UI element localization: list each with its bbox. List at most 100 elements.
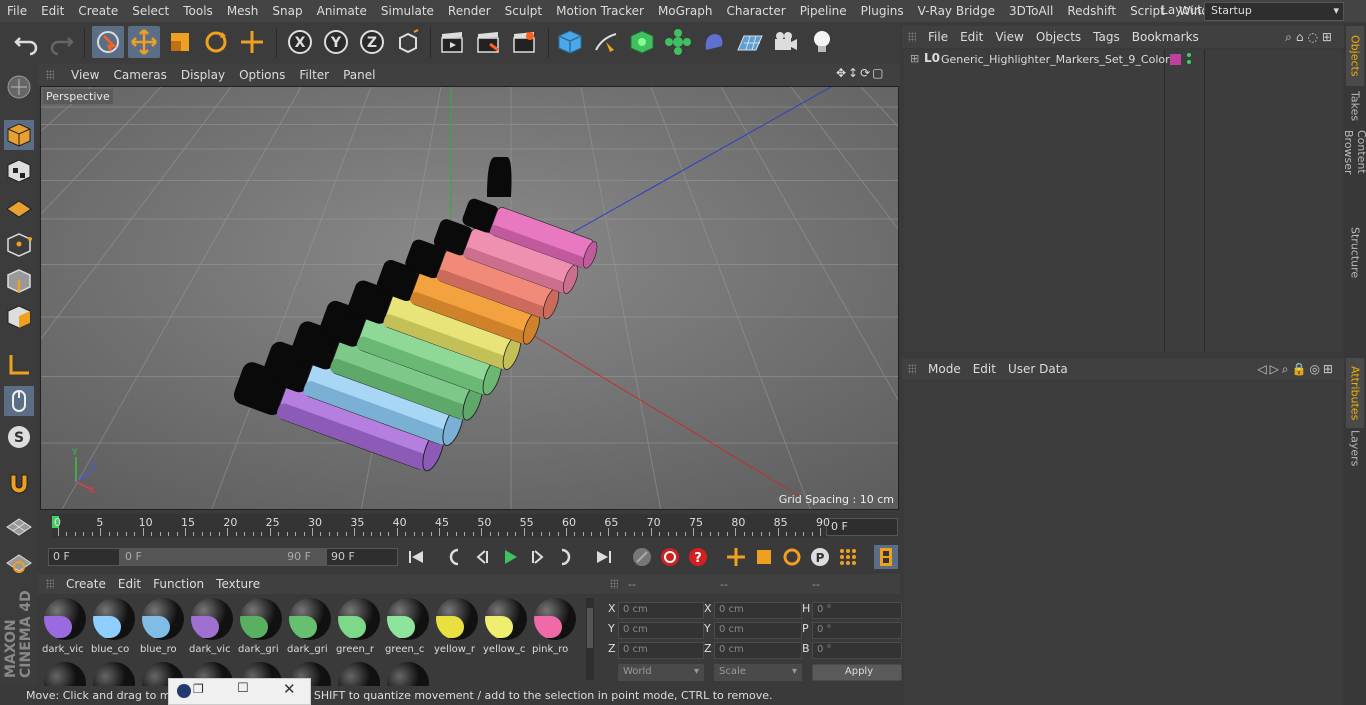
material-swatch[interactable]: green_r [336, 598, 382, 658]
workplane-button[interactable] [4, 192, 34, 222]
size-field[interactable]: 0 cm [714, 602, 802, 619]
end-frame-field[interactable]: 90 F [326, 548, 398, 566]
material-menu-function[interactable]: Function [147, 577, 210, 591]
position-field[interactable]: 0 cm [618, 622, 704, 639]
menu-sculpt[interactable]: Sculpt [498, 4, 549, 18]
render-picture-viewer-button[interactable] [472, 26, 504, 58]
material-swatch[interactable]: blue_co [91, 598, 137, 658]
size-field[interactable]: 0 cm [714, 622, 802, 639]
object-menu-view[interactable]: View [989, 30, 1029, 44]
side-tab-structure[interactable]: Structure [1346, 220, 1364, 286]
key-scale-button[interactable] [752, 545, 776, 569]
position-field[interactable]: 0 cm [618, 602, 704, 619]
menu-redshift[interactable]: Redshift [1060, 4, 1123, 18]
side-tab-layers[interactable]: Layers [1346, 424, 1364, 472]
material-swatch[interactable]: dark_gri [287, 598, 333, 658]
material-swatch[interactable]: dark_vic [189, 598, 235, 658]
timeline-ruler[interactable]: 0 F 0 5 10 15 20 25 30 35 40 45 50 55 60 65 70 75 80 85 90 [38, 512, 900, 542]
record-objects-button[interactable] [630, 545, 654, 569]
object-manager-tools[interactable]: ⌕⌂◌⊞ [1285, 30, 1336, 45]
key-position-button[interactable] [724, 545, 748, 569]
deformer-button[interactable] [698, 26, 730, 58]
move-tool-button[interactable] [128, 26, 160, 58]
x-axis-button[interactable]: X [284, 26, 316, 58]
tweak-mode-button[interactable] [4, 386, 34, 416]
next-key-button[interactable] [554, 545, 578, 569]
solo-button[interactable]: S [4, 422, 34, 452]
attribute-menu-edit[interactable]: Edit [967, 362, 1002, 376]
scale-tool-button[interactable] [164, 26, 196, 58]
spline-pen-button[interactable] [590, 26, 622, 58]
object-menu-file[interactable]: File [922, 30, 954, 44]
workplane-snap-button[interactable] [4, 548, 34, 578]
rotation-field[interactable]: 0 ° [812, 602, 902, 619]
make-editable-button[interactable] [4, 72, 34, 102]
menu-create[interactable]: Create [71, 4, 125, 18]
menu-select[interactable]: Select [125, 4, 176, 18]
y-axis-button[interactable]: Y [320, 26, 352, 58]
edges-mode-button[interactable] [4, 266, 34, 296]
polygons-mode-button[interactable] [4, 302, 34, 332]
object-menu-edit[interactable]: Edit [954, 30, 989, 44]
layout-dropdown[interactable]: Startup ▾ [1204, 2, 1344, 21]
menu-plugins[interactable]: Plugins [854, 4, 911, 18]
texture-mode-button[interactable] [4, 156, 34, 186]
material-swatch-partial[interactable] [338, 662, 380, 686]
menu-tools[interactable]: Tools [176, 4, 220, 18]
menu-motion-tracker[interactable]: Motion Tracker [549, 4, 651, 18]
menu-simulate[interactable]: Simulate [374, 4, 441, 18]
material-swatch-partial[interactable] [93, 662, 135, 686]
menu-pipeline[interactable]: Pipeline [793, 4, 854, 18]
restore-icon[interactable]: ❐ [193, 682, 204, 696]
viewport-menu-filter[interactable]: Filter [292, 68, 336, 82]
viewport-scene[interactable]: Y Z X [41, 87, 899, 510]
rotation-field[interactable]: 0 ° [812, 642, 902, 659]
rotate-tool-button[interactable] [200, 26, 232, 58]
go-to-end-button[interactable] [592, 545, 616, 569]
material-swatch[interactable]: yellow_r [434, 598, 480, 658]
material-swatch[interactable]: pink_ro [532, 598, 578, 658]
next-frame-button[interactable] [526, 545, 550, 569]
material-swatch[interactable]: yellow_c [483, 598, 529, 658]
live-selection-button[interactable] [92, 26, 124, 58]
subdivision-button[interactable] [626, 26, 658, 58]
expand-icon[interactable]: ⊞ [910, 52, 919, 65]
attribute-menu-mode[interactable]: Mode [922, 362, 967, 376]
scale-mode-dropdown[interactable]: Scale ▾ [714, 664, 802, 681]
material-swatch[interactable]: blue_ro [140, 598, 186, 658]
loose-marker-cap[interactable] [487, 157, 512, 197]
preview-range-slider[interactable]: 0 F 90 F [120, 548, 326, 566]
material-swatch[interactable]: green_c [385, 598, 431, 658]
material-swatch-partial[interactable] [44, 662, 86, 686]
keyframe-selection-button[interactable]: ? [686, 545, 710, 569]
go-to-start-button[interactable] [404, 545, 428, 569]
autokeying-button[interactable] [658, 545, 682, 569]
attribute-menu-user-data[interactable]: User Data [1002, 362, 1074, 376]
material-swatch[interactable]: dark_gri [238, 598, 284, 658]
object-menu-objects[interactable]: Objects [1030, 30, 1087, 44]
material-scrollbar[interactable] [586, 598, 594, 680]
side-tab-takes[interactable]: Takes [1346, 82, 1364, 130]
cube-object-button[interactable] [554, 26, 586, 58]
side-tab-content-browser[interactable]: Content Browser [1342, 126, 1366, 224]
key-parameter-button[interactable]: P [808, 545, 832, 569]
start-frame-field[interactable]: 0 F [48, 548, 120, 566]
menu-snap[interactable]: Snap [265, 4, 309, 18]
undo-button[interactable] [10, 26, 42, 58]
viewport-nav-icons[interactable]: ✥↕⟳▢ [836, 66, 886, 80]
menu-v-ray-bridge[interactable]: V-Ray Bridge [911, 4, 1002, 18]
camera-button[interactable] [770, 26, 802, 58]
viewport-menu-options[interactable]: Options [232, 68, 292, 82]
axis-mode-button[interactable] [4, 350, 34, 380]
visibility-editor-dot[interactable] [1187, 53, 1191, 57]
render-view-button[interactable] [436, 26, 468, 58]
material-swatch[interactable]: dark_vic [42, 598, 88, 658]
light-button[interactable] [806, 26, 838, 58]
visibility-render-dot[interactable] [1187, 60, 1191, 64]
object-row[interactable]: ⊞ L0 Generic_Highlighter_Markers_Set_9_C… [904, 51, 1342, 69]
size-field[interactable]: 0 cm [714, 642, 802, 659]
snap-button[interactable] [4, 468, 34, 498]
object-menu-tags[interactable]: Tags [1087, 30, 1126, 44]
floor-button[interactable] [734, 26, 766, 58]
workplane-lock-button[interactable] [4, 512, 34, 542]
